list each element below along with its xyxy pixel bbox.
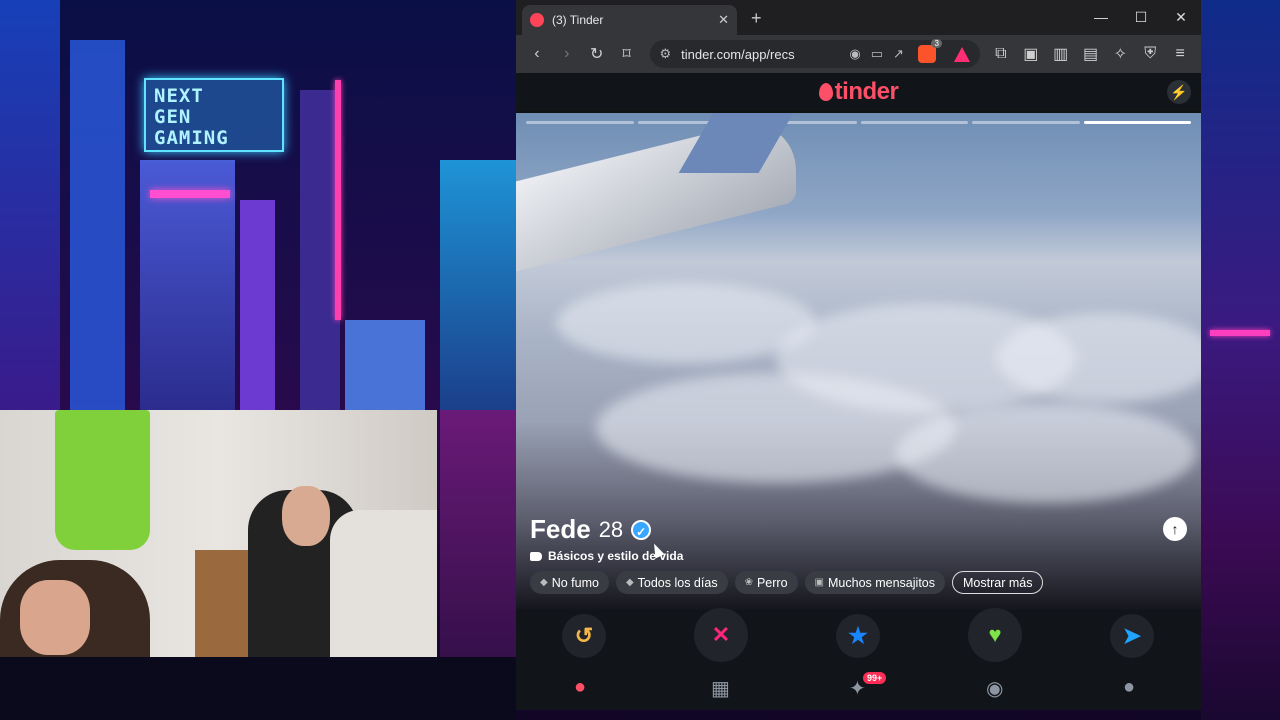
tinder-favicon (530, 13, 544, 27)
wallet-icon[interactable]: ▤ (1078, 41, 1104, 67)
vpn-icon[interactable]: ⛨ (1137, 41, 1163, 67)
photo-progress-segment[interactable] (1083, 121, 1191, 124)
likes-count-badge: 99+ (863, 672, 887, 684)
url-text: tinder.com/app/recs (681, 46, 795, 62)
screenshot-icon[interactable]: ▣ (1018, 41, 1044, 67)
screen: NEXT GEN GAMING (3) Tinder ✕ + — ☐ ✕ ‹ ›… (0, 0, 1280, 720)
nav-profile-icon[interactable]: ● (1123, 676, 1135, 699)
chip-pets: ❀ Perro (734, 571, 798, 594)
menu-icon[interactable]: ≡ (1167, 41, 1193, 67)
verified-badge-icon[interactable]: ✓ (631, 519, 652, 540)
neon-sign: NEXT GEN GAMING (144, 78, 284, 152)
location-icon[interactable]: ◉ (849, 46, 860, 62)
browser-window: (3) Tinder ✕ + — ☐ ✕ ‹ › ↻ ⌑ ⚙ tinder.co… (516, 0, 1201, 710)
profile-age: 28 (598, 516, 624, 542)
photo-progress-segment[interactable] (972, 121, 1080, 124)
minimize-button[interactable]: — (1081, 0, 1121, 35)
nav-recs-flame-icon[interactable]: ● (574, 676, 586, 699)
drink-icon: ◆ (625, 577, 634, 588)
pillows (330, 510, 437, 657)
paw-icon: ❀ (744, 577, 753, 588)
back-icon[interactable]: ‹ (524, 41, 550, 67)
nav-messages-icon[interactable]: ◉ (986, 676, 1003, 701)
open-profile-icon[interactable]: ↑ (1163, 517, 1187, 541)
action-buttons: ↺ ✕ ★ ♥ ➤ (516, 608, 1201, 662)
reload-icon[interactable]: ↻ (584, 41, 610, 67)
nav-likes-icon[interactable]: ✦ 99+ (849, 672, 887, 701)
nightstand (195, 550, 255, 657)
tab-title: (3) Tinder (552, 13, 604, 27)
show-more-button[interactable]: Mostrar más (952, 571, 1044, 594)
flame-icon (818, 83, 833, 101)
site-info-icon[interactable]: ⚙ (660, 46, 672, 62)
photo-progress-segment[interactable] (526, 121, 634, 124)
tab-tinder[interactable]: (3) Tinder ✕ (522, 5, 737, 35)
webcam-overlay (0, 410, 437, 657)
green-jacket (55, 410, 150, 550)
nav-explore-icon[interactable]: ▦ (711, 676, 730, 701)
brave-shields-icon[interactable]: 3 (917, 39, 942, 63)
browser-toolbar: ‹ › ↻ ⌑ ⚙ tinder.com/app/recs ◉ ▭ ↗ 3 ⧉ … (516, 35, 1201, 73)
super-like-button[interactable]: ★ (836, 614, 880, 658)
lifestyle-chips: ◆ No fumo ◆ Todos los días ❀ Perro ▣ Muchos … (530, 571, 1044, 594)
chat-icon: ▣ (814, 577, 824, 588)
leo-ai-icon[interactable]: ✧ (1107, 41, 1133, 67)
forward-icon[interactable]: › (554, 41, 580, 67)
brave-rewards-icon[interactable] (953, 46, 970, 62)
tab-strip: (3) Tinder ✕ + — ☐ ✕ (516, 0, 1201, 35)
bottom-nav: ● ▦ ✦ 99+ ◉ ● (516, 662, 1201, 710)
chip-drinking: ◆ Todos los días (615, 571, 728, 594)
tag-icon (530, 551, 542, 561)
maximize-button[interactable]: ☐ (1121, 0, 1161, 35)
shields-badge: 3 (931, 39, 942, 48)
tab-close-icon[interactable]: ✕ (718, 12, 729, 28)
boost-icon[interactable]: ⚡ (1167, 80, 1191, 104)
photo-progress-segment[interactable] (860, 121, 968, 124)
rewind-button[interactable]: ↺ (562, 614, 606, 658)
new-tab-button[interactable]: + (751, 8, 762, 29)
smoke-icon: ◆ (540, 577, 548, 588)
address-bar[interactable]: ⚙ tinder.com/app/recs ◉ ▭ ↗ 3 (649, 39, 980, 68)
chip-smoking: ◆ No fumo (530, 571, 609, 594)
share-icon[interactable]: ↗ (893, 46, 904, 62)
bookmark-icon[interactable]: ⌑ (614, 41, 640, 67)
nope-button[interactable]: ✕ (694, 608, 748, 662)
tinder-header: tinder ⚡ (516, 73, 1201, 111)
send-button[interactable]: ➤ (1110, 614, 1154, 658)
close-window-button[interactable]: ✕ (1161, 0, 1201, 35)
sidebar-icon[interactable]: ▥ (1048, 41, 1074, 67)
like-button[interactable]: ♥ (968, 608, 1022, 662)
tinder-logo[interactable]: tinder (818, 78, 899, 106)
window-controls: — ☐ ✕ (1081, 0, 1201, 35)
photo-progress (526, 121, 1191, 124)
chip-communication: ▣ Muchos mensajitos (804, 571, 945, 594)
extensions-icon[interactable]: ⧉ (988, 41, 1014, 67)
cast-icon[interactable]: ▭ (871, 46, 883, 62)
profile-name: Fede (530, 514, 591, 544)
